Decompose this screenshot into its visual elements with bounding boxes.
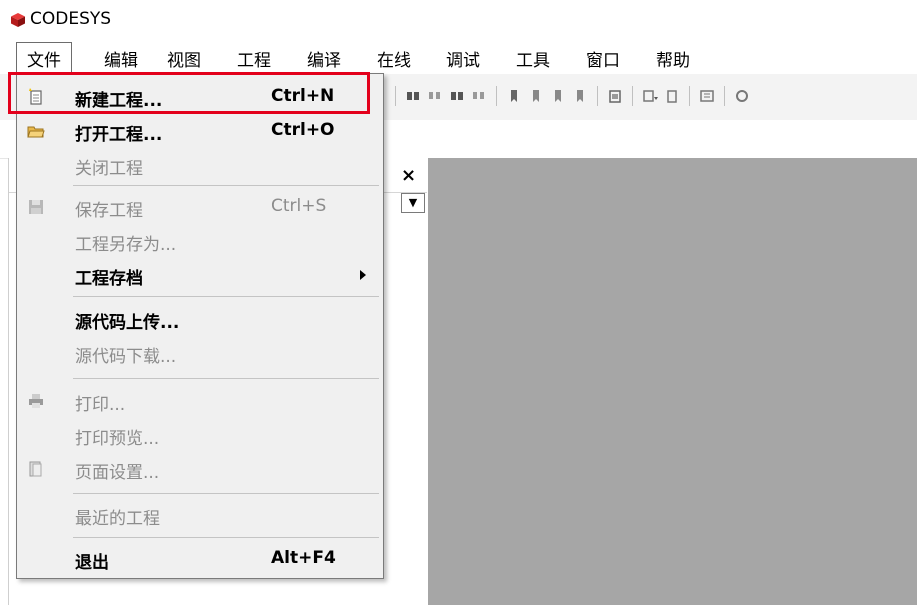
find-icon[interactable] [405,88,421,104]
close-icon[interactable]: × [401,165,416,186]
paste-icon[interactable] [607,88,623,104]
menu-separator [73,493,379,494]
bookmark-prev-icon[interactable] [528,88,544,104]
menu-view[interactable]: 视图 [167,46,201,71]
save-icon [29,200,43,214]
menu-item-source-upload[interactable]: 源代码上传... [17,302,383,336]
menu-bar: 文件 编辑 视图 工程 编译 在线 调试 工具 窗口 帮助 [0,38,917,75]
settings-icon[interactable] [734,88,750,104]
menu-item-print-preview[interactable]: 打印预览... [17,418,383,452]
menu-window[interactable]: 窗口 [586,46,620,71]
menu-item-recent-projects[interactable]: 最近的工程 [17,498,383,532]
codesys-logo-icon [11,13,25,27]
menu-item-source-download[interactable]: 源代码下载... [17,336,383,370]
device-icon[interactable] [699,88,715,104]
new-file-icon[interactable] [664,88,680,104]
menu-separator [73,185,379,186]
menu-item-open-project[interactable]: 打开工程... Ctrl+O [17,114,383,148]
menu-tools[interactable]: 工具 [516,46,550,71]
menu-item-exit[interactable]: 退出 Alt+F4 [17,542,383,576]
app-title: CODESYS [30,9,112,29]
menu-item-save-project-as[interactable]: 工程另存为... [17,224,383,258]
toolbar-separator [632,86,633,106]
menu-item-page-setup[interactable]: 页面设置... [17,452,383,486]
menu-item-save-project[interactable]: 保存工程 Ctrl+S [17,190,383,224]
menu-separator [73,296,379,297]
bookmark-icon[interactable] [506,88,522,104]
toolbar-separator [597,86,598,106]
menu-item-project-archive[interactable]: 工程存档 [17,258,383,292]
toolbar-separator [724,86,725,106]
toolbar-separator [689,86,690,106]
bookmark-next-icon[interactable] [550,88,566,104]
menu-project[interactable]: 工程 [237,46,271,71]
menu-separator [73,537,379,538]
chevron-down-icon[interactable]: ▼ [401,193,425,213]
highlight-annotation-box [8,72,370,114]
menu-help[interactable]: 帮助 [656,46,690,71]
find-next-icon[interactable] [427,88,443,104]
page-setup-icon [29,461,42,477]
menu-file[interactable]: 文件 [16,42,72,74]
title-bar: CODESYS [0,0,917,38]
insert-object-icon[interactable] [642,88,658,104]
menu-build[interactable]: 编译 [307,46,341,71]
bookmark-clear-icon[interactable] [572,88,588,104]
menu-edit[interactable]: 编辑 [104,46,138,71]
replace-icon[interactable] [449,88,465,104]
open-folder-icon [27,126,45,138]
menu-debug[interactable]: 调试 [446,46,480,71]
replace-next-icon[interactable] [471,88,487,104]
print-icon [29,394,43,408]
file-menu-dropdown: 新建工程... Ctrl+N 打开工程... Ctrl+O 关闭工程 保存工程 … [16,73,384,579]
toolbar-separator [496,86,497,106]
menu-item-print[interactable]: 打印... [17,384,383,418]
menu-online[interactable]: 在线 [377,46,411,71]
editor-workspace [428,158,917,605]
toolbar-separator [395,86,396,106]
menu-separator [73,378,379,379]
menu-item-close-project[interactable]: 关闭工程 [17,148,383,182]
submenu-arrow-icon [360,270,366,280]
